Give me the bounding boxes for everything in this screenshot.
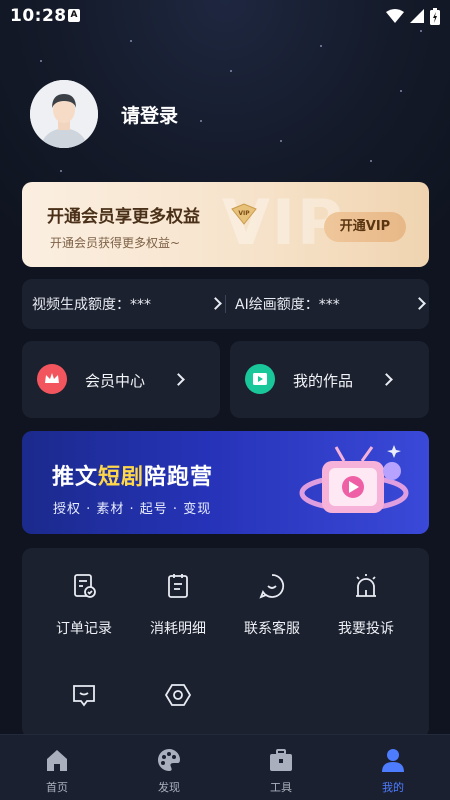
consumption-detail-label: 消耗明细: [150, 621, 206, 637]
video-works-icon: [245, 364, 275, 394]
complaint-button[interactable]: 我要投诉: [326, 572, 406, 638]
status-time: 10:28: [10, 6, 67, 26]
tv-illustration-icon: [299, 445, 409, 513]
my-works-card[interactable]: 我的作品: [230, 341, 429, 418]
ai-quota-label: AI绘画额度：***: [235, 297, 340, 313]
settings-button[interactable]: [138, 681, 218, 727]
avatar[interactable]: [30, 80, 98, 148]
settings-icon: [164, 684, 192, 706]
banner-title: 推文短剧陪跑营: [52, 459, 213, 491]
order-record-button[interactable]: 订单记录: [44, 572, 124, 638]
toolbox-icon: [270, 749, 292, 771]
message-icon: [73, 685, 95, 707]
ai-painting-quota[interactable]: AI绘画额度：***: [235, 279, 426, 329]
divider: [225, 295, 226, 313]
chevron-right-icon: [209, 297, 222, 310]
complaint-label: 我要投诉: [338, 621, 394, 637]
nav-profile-label: 我的: [382, 781, 404, 794]
customer-service-icon: [259, 574, 285, 599]
signal-icon: [410, 9, 424, 23]
battery-icon: [430, 7, 440, 25]
customer-service-button[interactable]: 联系客服: [232, 572, 312, 638]
message-button[interactable]: [44, 681, 124, 727]
nav-profile[interactable]: 我的: [348, 735, 438, 800]
banner-title-pre: 推文: [52, 465, 99, 490]
quota-bar: 视频生成额度：*** AI绘画额度：***: [22, 279, 429, 329]
consumption-detail-button[interactable]: 消耗明细: [138, 572, 218, 638]
nav-home[interactable]: 首页: [12, 735, 102, 800]
vip-title: 开通会员享更多权益: [47, 207, 200, 227]
complaint-icon: [356, 574, 376, 597]
vip-subtitle: 开通会员获得更多权益~: [50, 236, 181, 250]
banner-subtitle: 授权 · 素材 · 起号 · 变现: [53, 502, 212, 517]
vip-badge-icon: VIP: [231, 203, 257, 225]
order-record-icon: [74, 574, 96, 598]
wifi-icon: [386, 9, 404, 23]
crown-icon: [37, 364, 67, 394]
notification-icon: A: [68, 9, 80, 22]
home-icon: [47, 750, 67, 771]
nav-discover-label: 发现: [158, 781, 180, 794]
order-record-label: 订单记录: [56, 621, 112, 637]
vip-badge-text: VIP: [238, 210, 250, 217]
vip-card[interactable]: VIP 开通会员享更多权益 VIP 开通会员获得更多权益~ 开通VIP: [22, 182, 429, 267]
member-center-card[interactable]: 会员中心: [22, 341, 220, 418]
nav-home-label: 首页: [46, 781, 68, 794]
tools-panel: 订单记录 消耗明细 联系客服 我要投诉: [22, 548, 429, 738]
login-prompt[interactable]: 请登录: [121, 101, 178, 128]
nav-discover[interactable]: 发现: [124, 735, 214, 800]
banner-title-highlight: 短剧: [98, 465, 145, 490]
banner-title-post: 陪跑营: [144, 465, 214, 490]
video-quota-label: 视频生成额度：***: [32, 297, 151, 313]
chevron-right-icon: [413, 297, 426, 310]
status-bar: 10:28 A: [0, 0, 450, 32]
open-vip-button[interactable]: 开通VIP: [324, 212, 406, 242]
chevron-right-icon: [172, 373, 185, 386]
member-center-label: 会员中心: [85, 372, 146, 390]
customer-service-label: 联系客服: [244, 621, 300, 637]
consumption-detail-icon: [168, 574, 188, 598]
profile-icon: [382, 749, 404, 772]
bottom-nav: 首页 发现 工具 我的: [0, 734, 450, 800]
discover-icon: [158, 748, 180, 771]
promo-banner[interactable]: 推文短剧陪跑营 授权 · 素材 · 起号 · 变现: [22, 431, 429, 534]
nav-tools[interactable]: 工具: [236, 735, 326, 800]
my-works-label: 我的作品: [293, 372, 354, 390]
video-quota[interactable]: 视频生成额度：***: [32, 279, 222, 329]
nav-tools-label: 工具: [270, 781, 292, 794]
chevron-right-icon: [380, 373, 393, 386]
